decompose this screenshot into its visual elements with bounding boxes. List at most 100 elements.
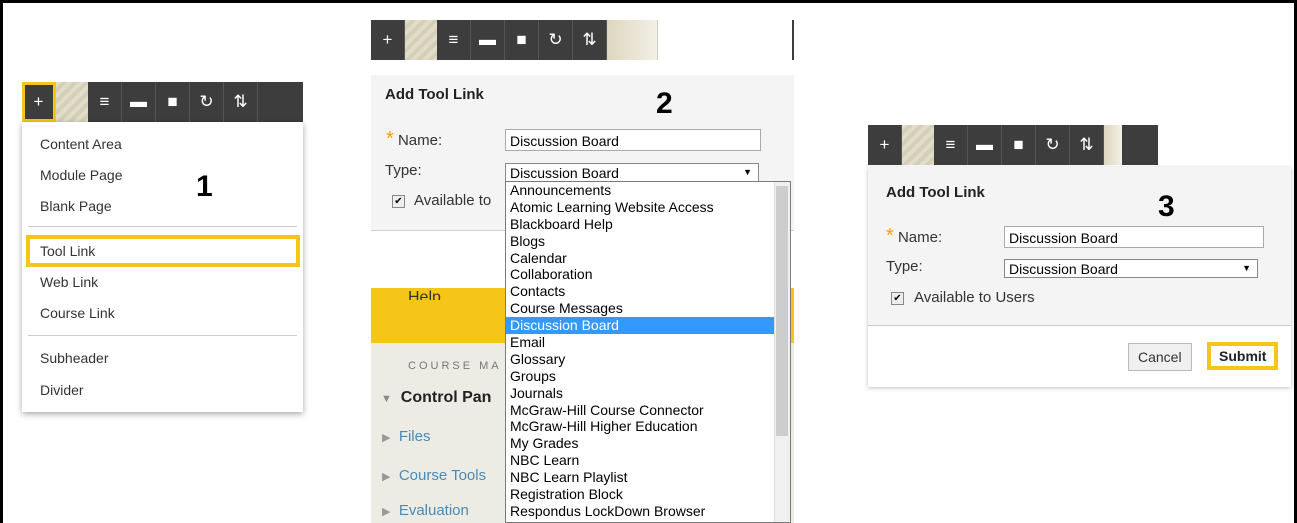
refresh-icon[interactable]: ↻	[539, 20, 573, 60]
available-checkbox[interactable]: ✔	[392, 195, 405, 208]
menu-item-course-link[interactable]: Course Link	[40, 305, 115, 321]
cancel-button[interactable]: Cancel	[1128, 343, 1192, 371]
menu-item-tool-link[interactable]: Tool Link	[40, 243, 95, 259]
dropdown-arrow-icon: ▼	[1242, 263, 1251, 273]
control-panel-label: Control Pan	[400, 389, 492, 406]
evaluation-link[interactable]: ▶ Evaluation	[382, 502, 469, 519]
type-option[interactable]: My Grades	[506, 435, 790, 452]
name-label: * Name:	[886, 225, 942, 248]
type-option[interactable]: McGraw-Hill Course Connector	[506, 402, 790, 419]
menu-item-web-link[interactable]: Web Link	[40, 274, 98, 290]
available-label: Available to Users	[914, 289, 1035, 306]
menu-divider	[28, 335, 297, 336]
evaluation-label: Evaluation	[398, 502, 469, 519]
required-star-icon: *	[386, 128, 394, 150]
refresh-icon[interactable]: ↻	[1036, 125, 1070, 165]
plus-icon[interactable]: +	[868, 125, 902, 165]
available-checkbox[interactable]: ✔	[891, 292, 904, 305]
required-star-icon: *	[886, 225, 894, 247]
name-label-text: Name:	[397, 132, 443, 149]
menu-item-divider[interactable]: Divider	[40, 382, 84, 398]
type-option[interactable]: Blackboard Help	[506, 216, 790, 233]
type-option[interactable]: Course Messages	[506, 300, 790, 317]
sort-icon[interactable]: ⇅	[573, 20, 607, 60]
course-menu-heading: COURSE MA	[408, 360, 502, 372]
submit-button[interactable]: Submit	[1207, 342, 1279, 370]
menu-divider	[28, 226, 297, 227]
toolbar-fade	[607, 20, 657, 60]
window-icon[interactable]: ■	[156, 82, 190, 122]
expand-arrow-icon: ▶	[382, 471, 391, 483]
type-option[interactable]: NBC Learn	[506, 452, 790, 469]
sort-icon[interactable]: ⇅	[224, 82, 258, 122]
step-number-2: 2	[656, 87, 673, 120]
type-option-selected[interactable]: Discussion Board	[506, 317, 790, 335]
refresh-icon[interactable]: ↻	[190, 82, 224, 122]
menu-item-subheader[interactable]: Subheader	[40, 350, 109, 366]
add-menu-dropdown: Content Area Module Page Blank Page Tool…	[22, 122, 303, 412]
menu-item-blank-page[interactable]: Blank Page	[40, 198, 112, 214]
type-option[interactable]: Groups	[506, 368, 790, 385]
window-icon[interactable]: ■	[505, 20, 539, 60]
type-select[interactable]: Discussion Board ▼	[505, 163, 759, 182]
window-icon[interactable]: ■	[1002, 125, 1036, 165]
course-tools-label: Course Tools	[398, 467, 487, 484]
type-select-value: Discussion Board	[510, 165, 619, 181]
name-label: * Name:	[386, 128, 442, 151]
toolbar-panel1: + ≡ ▬ ■ ↻ ⇅	[22, 82, 303, 122]
type-select[interactable]: Discussion Board ▼	[1004, 259, 1258, 278]
plus-icon[interactable]: +	[371, 20, 405, 60]
collapse-arrow-icon: ▼	[381, 393, 392, 405]
control-panel-heading: ▼ Control Pan	[381, 389, 491, 407]
files-link[interactable]: ▶ Files	[382, 428, 430, 445]
list-icon[interactable]: ≡	[934, 125, 968, 165]
name-input[interactable]: Discussion Board	[505, 129, 761, 151]
plus-icon[interactable]: +	[22, 82, 56, 122]
type-select-value: Discussion Board	[1009, 261, 1118, 277]
expand-arrow-icon: ▶	[382, 506, 391, 518]
type-option[interactable]: Journals	[506, 385, 790, 402]
list-icon[interactable]: ≡	[437, 20, 471, 60]
type-option[interactable]: Announcements	[506, 182, 790, 199]
toolbar-separator	[902, 125, 934, 165]
type-option[interactable]: NBC Learn Playlist	[506, 469, 790, 486]
menu-item-content-area[interactable]: Content Area	[40, 136, 122, 152]
type-option[interactable]: McGraw-Hill Higher Education	[506, 418, 790, 435]
files-label: Files	[398, 428, 431, 445]
form-title: Add Tool Link	[886, 184, 985, 201]
toolbar-fade	[1104, 125, 1122, 165]
course-tools-link[interactable]: ▶ Course Tools	[382, 467, 486, 484]
folder-icon[interactable]: ▬	[122, 82, 156, 122]
name-input[interactable]: Discussion Board	[1004, 226, 1264, 248]
folder-icon[interactable]: ▬	[471, 20, 505, 60]
dropdown-scrollbar[interactable]	[774, 182, 790, 522]
form-title: Add Tool Link	[385, 86, 484, 103]
expand-arrow-icon: ▶	[382, 432, 391, 444]
available-label: Available to	[414, 192, 492, 209]
type-option[interactable]: Atomic Learning Website Access	[506, 199, 790, 216]
menu-item-module-page[interactable]: Module Page	[40, 167, 123, 183]
type-option[interactable]: Email	[506, 334, 790, 351]
type-option[interactable]: Contacts	[506, 283, 790, 300]
toolbar-separator	[56, 82, 88, 122]
name-label-text: Name:	[897, 229, 943, 246]
type-label: Type:	[385, 162, 422, 179]
step-number-1: 1	[196, 170, 213, 203]
dropdown-arrow-icon: ▼	[743, 167, 752, 177]
type-option[interactable]: Collaboration	[506, 266, 790, 283]
toolbar-panel3: + ≡ ▬ ■ ↻ ⇅	[868, 125, 1158, 165]
sort-icon[interactable]: ⇅	[1070, 125, 1104, 165]
list-icon[interactable]: ≡	[88, 82, 122, 122]
type-dropdown-list[interactable]: Announcements Atomic Learning Website Ac…	[505, 181, 791, 523]
type-option[interactable]: Registration Block	[506, 486, 790, 503]
type-option[interactable]: Glossary	[506, 351, 790, 368]
help-link[interactable]: Help	[408, 285, 441, 300]
toolbar-content-area	[657, 20, 792, 60]
type-label: Type:	[886, 258, 923, 275]
type-option[interactable]: Calendar	[506, 250, 790, 267]
type-option[interactable]: Blogs	[506, 233, 790, 250]
type-option[interactable]: Respondus LockDown Browser	[506, 503, 790, 520]
step-number-3: 3	[1158, 190, 1175, 223]
scrollbar-thumb[interactable]	[776, 186, 788, 436]
folder-icon[interactable]: ▬	[968, 125, 1002, 165]
